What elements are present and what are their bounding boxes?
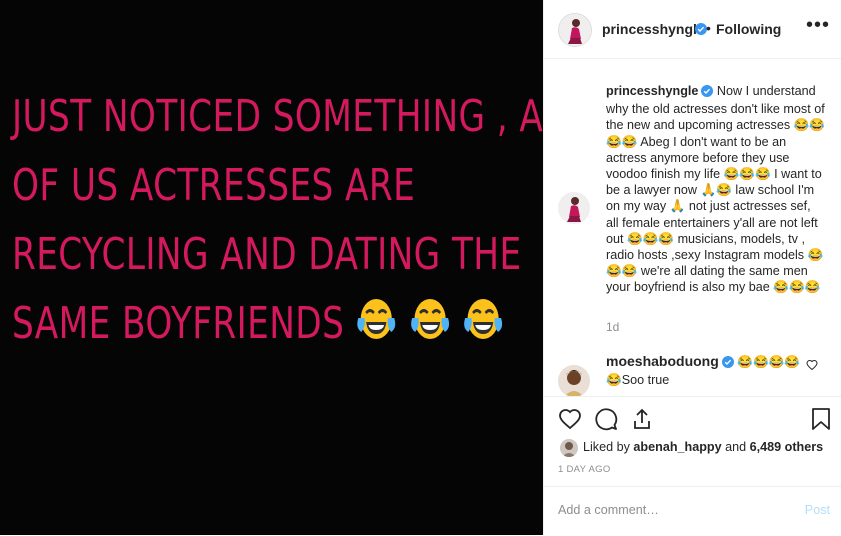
tears-of-joy-icon [464,299,503,339]
commenter-avatar[interactable] [558,365,590,397]
avatar-image [558,365,590,397]
author-avatar[interactable] [558,13,592,47]
avatar-image [559,14,591,46]
likes-and: and [725,440,747,454]
verified-badge-icon [701,85,714,101]
post-caption: princesshyngle Now I understand why the … [606,83,826,296]
separator-dot: • [706,20,711,36]
post-text-line: RECYCLING AND DATING THE [12,229,522,280]
verified-badge-icon [721,356,734,372]
post-header: princesshyngle • Following ••• [544,0,841,59]
post-image[interactable]: JUST NOTICED SOMETHING , ALL OF US ACTRE… [0,0,583,535]
post-actions-bar [544,396,841,437]
more-options-icon[interactable]: ••• [806,14,830,37]
post-comment-button[interactable]: Post [805,503,830,517]
laughing-emojis: 😂😂😂 [627,231,675,246]
caption-author-avatar[interactable] [558,192,590,224]
post-text-line-label: SAME BOYFRIENDS [12,298,345,349]
share-icon[interactable] [630,407,654,436]
post-text-line: OF US ACTRESSES ARE [12,160,416,211]
tears-of-joy-emojis [355,293,504,362]
post-text: JUST NOTICED SOMETHING , ALL OF US ACTRE… [12,82,583,362]
likes-count[interactable]: 6,489 others [750,440,824,454]
post-text-line: JUST NOTICED SOMETHING , ALL [12,91,583,142]
save-bookmark-icon[interactable] [810,407,832,436]
tears-of-joy-icon [410,299,449,339]
likes-prefix: Liked by [583,440,630,454]
comment-text: Soo true [621,373,670,388]
following-button[interactable]: Following [716,21,781,37]
pray-emoji: 🙏 [669,199,686,214]
comment-like-heart-icon[interactable] [806,358,818,376]
like-heart-icon[interactable] [558,407,582,436]
comment-bubble-icon[interactable] [594,407,618,436]
laughing-emojis: 😂😂😂 [773,280,821,295]
avatar-image [560,439,578,457]
avatar-image [558,192,590,224]
liker-username[interactable]: abenah_happy [633,440,721,454]
likes-summary: Liked by abenah_happy and 6,489 others [583,440,823,454]
pray-laugh-emojis: 🙏😂 [700,183,732,198]
comment-username[interactable]: moeshaboduong [606,353,719,369]
laughing-emojis: 😂😂😂 [723,167,771,182]
post-details-panel: princesshyngle • Following ••• princessh… [543,0,841,535]
liker-avatar[interactable] [560,439,578,457]
add-comment-input[interactable] [558,503,778,517]
caption-timestamp[interactable]: 1d [606,320,619,334]
comment: moeshaboduong 😂😂😂😂 😂Soo true [606,353,806,388]
add-comment-bar: Post [544,486,841,536]
post-text-line: SAME BOYFRIENDS [12,289,503,362]
tears-of-joy-icon [357,299,396,339]
caption-username[interactable]: princesshyngle [606,84,698,98]
author-username[interactable]: princesshyngle [602,21,705,37]
post-timestamp[interactable]: 1 DAY AGO [558,464,611,475]
